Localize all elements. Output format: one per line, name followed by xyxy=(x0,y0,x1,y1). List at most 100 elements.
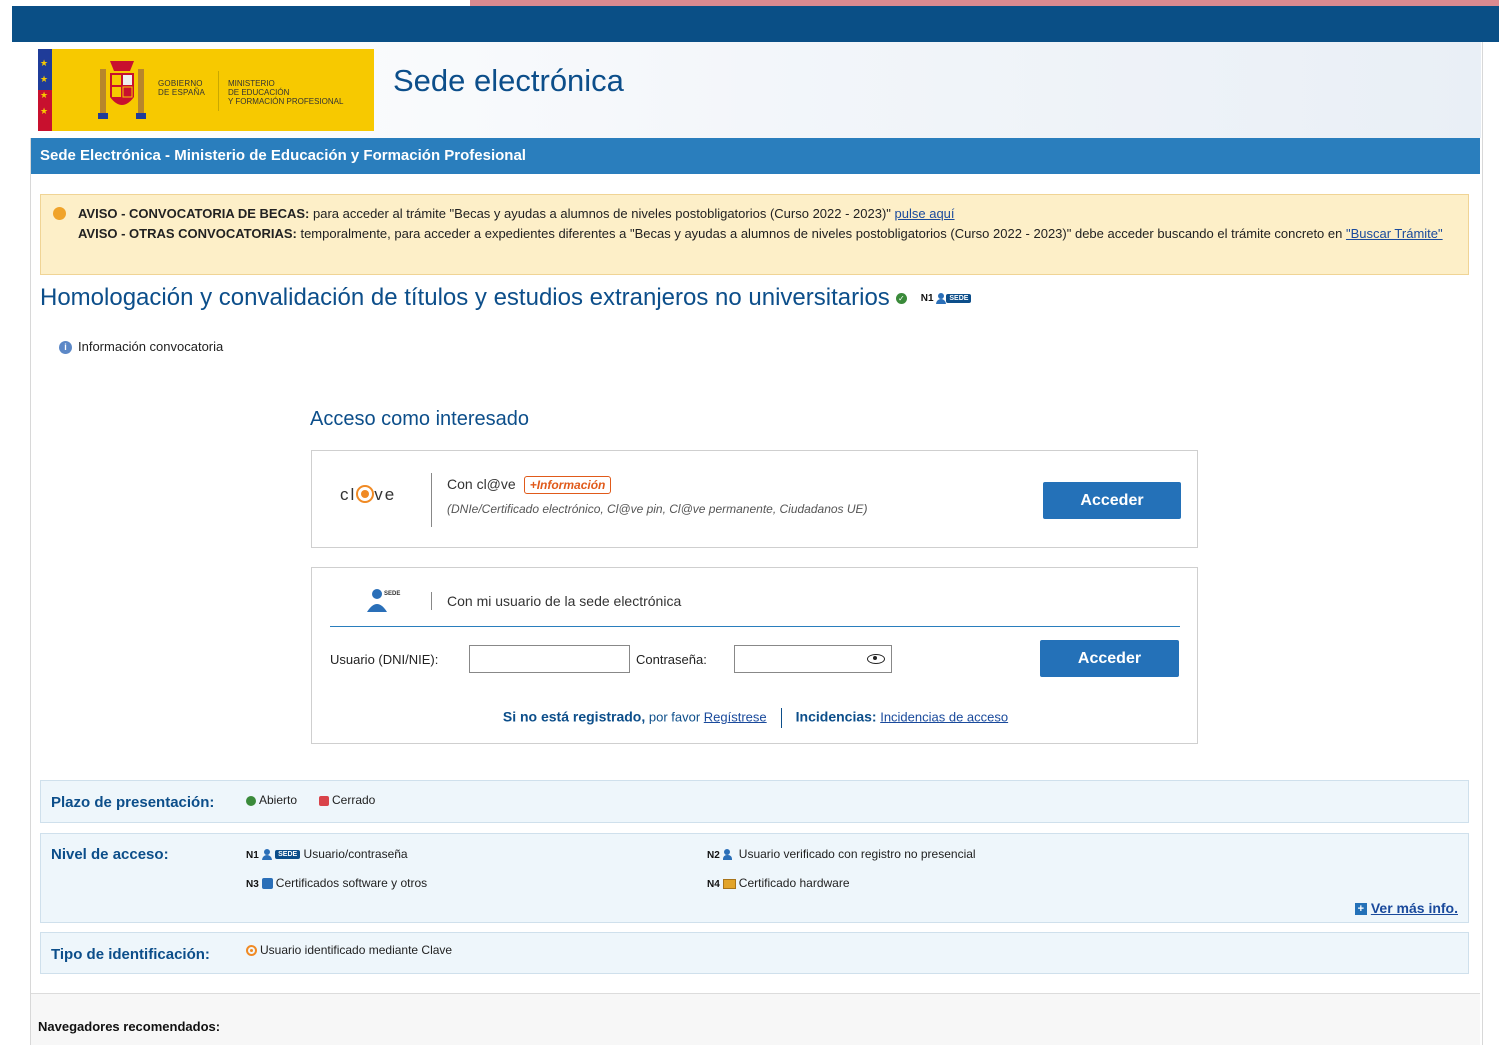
incidents-bold: Incidencias: xyxy=(795,708,877,725)
clave-subtitle: (DNIe/Certificado electrónico, Cl@ve pin… xyxy=(447,502,868,516)
government-logo[interactable]: ★ ★ ★ ★ GOBIERNO DE ESPAÑA MINISTERIO DE… xyxy=(38,49,374,131)
clave-logo-left: cl xyxy=(340,485,357,504)
notice-2-title: AVISO - OTRAS CONVOCATORIAS: xyxy=(78,226,297,241)
coat-of-arms-icon xyxy=(98,61,146,119)
password-label: Contraseña: xyxy=(636,652,707,667)
footer-band xyxy=(31,994,1480,1045)
sede-divider-line xyxy=(330,626,1180,627)
eu-star-icon: ★ xyxy=(40,74,49,84)
clave-logo: cl ve xyxy=(340,484,397,505)
ministry-bar-title: Sede Electrónica - Ministerio de Educaci… xyxy=(31,138,1480,174)
nivel-n3-code: N3 xyxy=(246,879,259,890)
tipo-label: Tipo de identificación: xyxy=(51,946,210,963)
procedure-title-text: Homologación y convalidación de títulos … xyxy=(40,284,890,311)
logo-divider xyxy=(218,71,219,111)
level-code: N1 xyxy=(920,293,934,305)
verified-user-icon xyxy=(722,849,736,861)
notice-line-2: AVISO - OTRAS CONVOCATORIAS: temporalmen… xyxy=(78,224,1458,244)
site-title: Sede electrónica xyxy=(393,63,624,98)
plazo-open: Abierto xyxy=(246,793,297,807)
eu-star-icon: ★ xyxy=(40,106,49,116)
ver-mas-info-link[interactable]: + Ver más info. xyxy=(1354,900,1458,916)
clave-more-info-button[interactable]: +Información xyxy=(523,476,612,494)
open-check-icon: ✓ xyxy=(895,293,907,305)
user-label: Usuario (DNI/NIE): xyxy=(330,652,439,667)
user-dni-input[interactable] xyxy=(469,645,630,673)
sede-user-icon-label: SEDE xyxy=(384,591,400,597)
access-section-title: Acceso como interesado xyxy=(310,408,530,430)
sede-badge: SEDE xyxy=(275,850,301,860)
nivel-n1: N1 SEDE Usuario/contraseña xyxy=(246,847,408,861)
sede-user-icon: SEDE xyxy=(367,589,400,612)
password-input[interactable] xyxy=(734,645,892,673)
sede-user-title: Con mi usuario de la sede electrónica xyxy=(447,593,682,609)
notice-2-text: temporalmente, para acceder a expediente… xyxy=(296,226,1346,241)
access-level-badge: N1 SEDE xyxy=(921,293,972,304)
info-convocatoria-label: Información convocatoria xyxy=(78,339,224,354)
ministerio-text: MINISTERIO DE EDUCACIÓN Y FORMACIÓN PROF… xyxy=(228,79,344,106)
notice-1-title: AVISO - CONVOCATORIA DE BECAS: xyxy=(78,206,310,221)
certificate-lock-icon xyxy=(261,878,273,890)
show-password-eye-icon[interactable] xyxy=(867,654,885,664)
closed-icon xyxy=(319,795,329,806)
eu-star-icon: ★ xyxy=(40,90,49,100)
nivel-legend: Nivel de acceso: N1 SEDE Usuario/contras… xyxy=(40,833,1469,923)
tipo-legend: Tipo de identificación: Usuario identifi… xyxy=(40,932,1469,974)
nivel-n4: N4 Certificado hardware xyxy=(707,876,850,890)
clave-icon xyxy=(246,945,257,957)
clave-access-box: cl ve Con cl@ve +Información (DNIe/Certifi… xyxy=(311,450,1198,548)
clave-acceder-button[interactable]: Acceder xyxy=(1043,482,1181,519)
sede-user-access-box: SEDE Con mi usuario de la sede electróni… xyxy=(311,567,1198,744)
notice-line-1: AVISO - CONVOCATORIA DE BECAS: para acce… xyxy=(78,204,1458,224)
nivel-n2: N2 Usuario verificado con registro no pre… xyxy=(707,847,976,861)
clave-option-name: Con cl@ve +Información xyxy=(447,476,612,494)
user-icon xyxy=(936,293,947,305)
clave-name-text: Con cl@ve xyxy=(447,476,516,492)
nivel-n4-text: Certificado hardware xyxy=(738,876,850,890)
registrese-link[interactable]: Regístrese xyxy=(704,709,767,724)
sede-badge: SEDE xyxy=(946,294,972,304)
incidencias-acceso-link[interactable]: Incidencias de acceso xyxy=(880,709,1008,724)
info-icon: i xyxy=(59,341,72,355)
procedure-title: Homologación y convalidación de títulos … xyxy=(40,284,972,312)
clave-separator xyxy=(431,473,432,527)
notice-1-text: para acceder al trámite "Becas y ayudas … xyxy=(309,206,895,221)
plazo-closed-label: Cerrado xyxy=(332,793,376,807)
nivel-n1-text: Usuario/contraseña xyxy=(303,847,408,861)
nivel-n1-code: N1 xyxy=(246,850,259,861)
clave-logo-right: ve xyxy=(374,485,397,504)
pulse-aqui-link[interactable]: pulse aquí xyxy=(895,206,955,221)
register-bold: Si no está registrado, xyxy=(502,708,646,725)
nivel-n4-code: N4 xyxy=(707,879,720,890)
plazo-open-label: Abierto xyxy=(259,793,298,807)
top-accent-strip xyxy=(470,0,1499,6)
nivel-label: Nivel de acceso: xyxy=(51,846,169,863)
gobierno-text: GOBIERNO DE ESPAÑA xyxy=(158,79,205,97)
register-separator xyxy=(780,708,782,728)
warning-icon xyxy=(53,207,66,220)
top-header-strip xyxy=(12,6,1499,42)
register-line: Si no está registrado, por favor Regístr… xyxy=(312,708,1199,728)
tipo-clave-text: Usuario identificado mediante Clave xyxy=(260,943,453,957)
buscar-tramite-link[interactable]: "Buscar Trámite" xyxy=(1346,226,1443,241)
user-icon xyxy=(261,849,272,861)
sede-acceder-button[interactable]: Acceder xyxy=(1040,640,1179,677)
ver-mas-info-label: Ver más info. xyxy=(1370,900,1458,916)
clave-at-icon xyxy=(356,484,375,503)
plazo-label: Plazo de presentación: xyxy=(51,794,215,811)
tipo-clave: Usuario identificado mediante Clave xyxy=(246,943,452,957)
notice-box: AVISO - CONVOCATORIA DE BECAS: para acce… xyxy=(40,194,1469,275)
info-convocatoria-link[interactable]: i Información convocatoria xyxy=(59,339,224,355)
sede-separator xyxy=(431,592,432,610)
nivel-n2-code: N2 xyxy=(707,850,720,861)
plazo-legend: Plazo de presentación: Abierto Cerrado xyxy=(40,780,1469,823)
nivel-n3: N3 Certificados software y otros xyxy=(246,876,427,890)
hardware-card-icon xyxy=(722,878,736,889)
recommended-browsers-title: Navegadores recomendados: xyxy=(38,1019,221,1034)
register-text: por favor xyxy=(645,709,704,725)
eu-star-icon: ★ xyxy=(40,58,49,68)
open-icon xyxy=(246,795,256,806)
nivel-n2-text: Usuario verificado con registro no prese… xyxy=(738,847,976,861)
plazo-closed: Cerrado xyxy=(319,793,375,807)
plus-icon: + xyxy=(1354,903,1367,916)
